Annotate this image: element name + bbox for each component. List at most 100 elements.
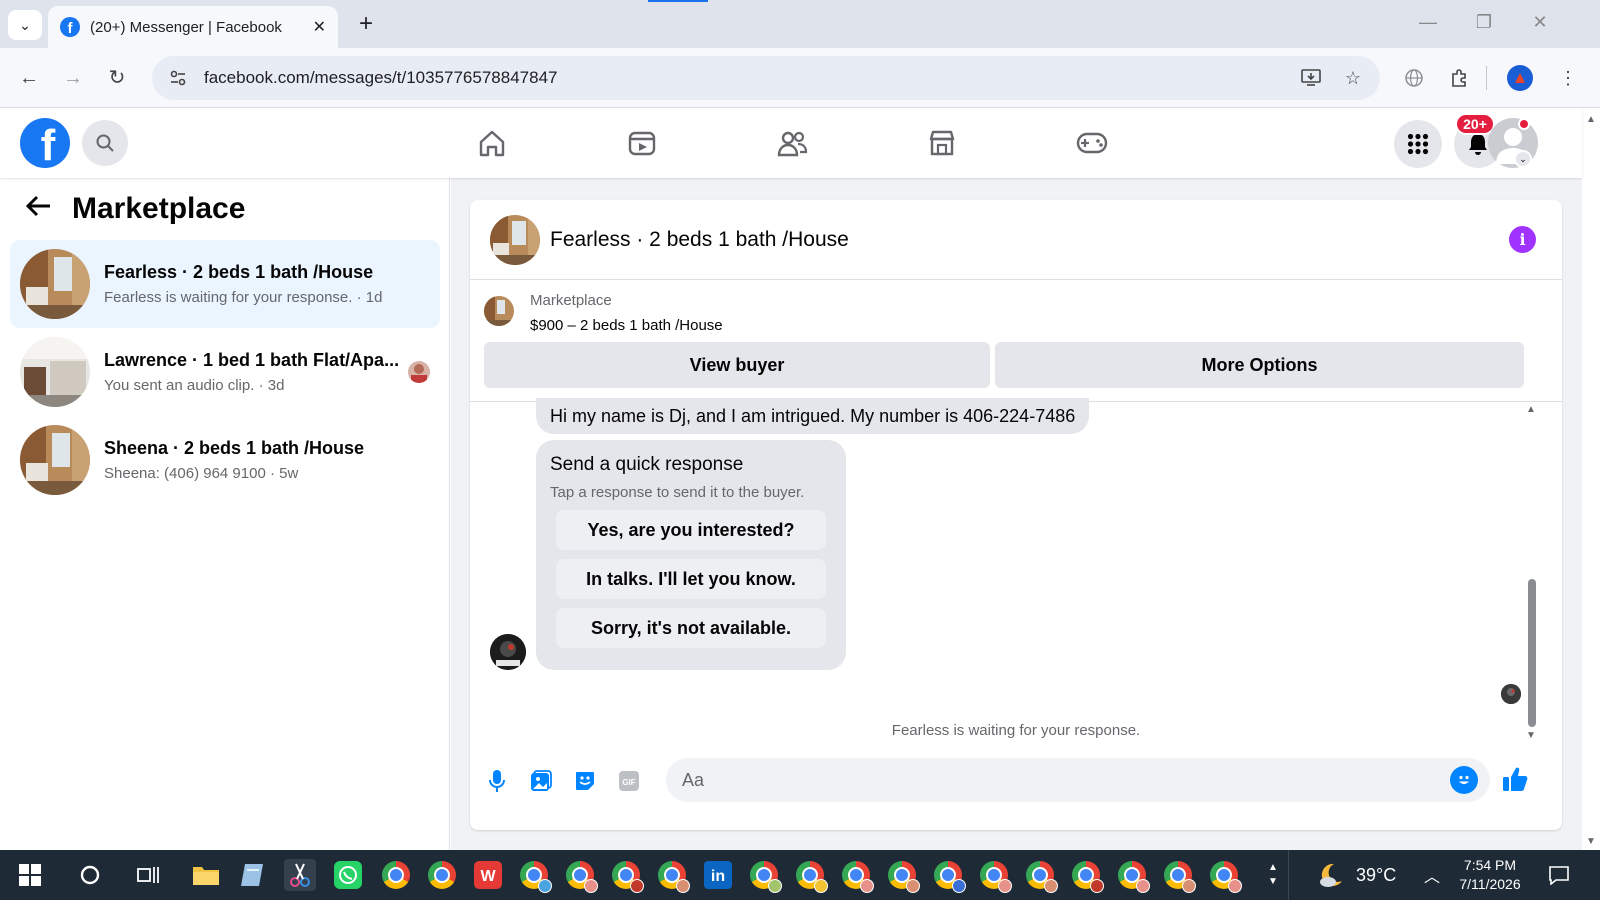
chrome-profile-icon[interactable] xyxy=(656,859,690,893)
file-explorer-icon[interactable] xyxy=(190,859,222,891)
listing-thumbnail xyxy=(20,249,90,319)
notification-count-badge: 20+ xyxy=(1455,113,1495,135)
linkedin-icon[interactable]: in xyxy=(702,859,734,891)
chrome-profile-icon[interactable] xyxy=(1116,859,1150,893)
gif-icon[interactable]: GIF xyxy=(614,766,644,796)
site-settings-icon[interactable] xyxy=(166,66,190,90)
listing-price: $900 – 2 beds 1 bath /House xyxy=(530,317,723,334)
minimize-window-icon[interactable]: — xyxy=(1416,12,1440,33)
scrollbar-thumb[interactable] xyxy=(1528,579,1536,727)
tab-close-icon[interactable]: ✕ xyxy=(313,17,326,37)
reload-icon[interactable]: ↻ xyxy=(104,65,130,91)
chrome-profile-icon[interactable] xyxy=(518,859,552,893)
notes-app-icon[interactable] xyxy=(236,859,268,891)
translate-globe-icon[interactable] xyxy=(1400,64,1428,92)
home-nav-icon[interactable] xyxy=(472,126,512,160)
chrome-profile-icon[interactable] xyxy=(1024,859,1058,893)
listing-thumbnail xyxy=(20,425,90,495)
quick-response-subtitle: Tap a response to send it to the buyer. xyxy=(550,484,805,501)
chrome-profile-icon[interactable] xyxy=(426,859,458,891)
windows-start-icon[interactable] xyxy=(14,859,46,891)
whatsapp-icon[interactable] xyxy=(332,859,364,891)
video-nav-icon[interactable] xyxy=(622,126,662,160)
conversation-item-lawrence[interactable]: Lawrence · 1 bed 1 bath Flat/Apa... You … xyxy=(10,328,440,416)
chat-listing-thumbnail[interactable] xyxy=(490,214,540,265)
sticker-icon[interactable] xyxy=(570,766,600,796)
chrome-profile-icon[interactable] xyxy=(794,859,828,893)
chrome-profile-icon[interactable] xyxy=(932,859,966,893)
waiting-response-note: Fearless is waiting for your response. xyxy=(891,722,1141,739)
wps-office-icon[interactable]: W xyxy=(472,859,504,891)
scroll-down-arrow-icon[interactable]: ▼ xyxy=(1526,730,1536,741)
message-input[interactable]: Aa xyxy=(666,758,1490,802)
search-button[interactable] xyxy=(82,120,128,166)
search-icon xyxy=(96,134,114,152)
browser-menu-icon[interactable]: ⋮ xyxy=(1554,64,1582,92)
conversation-list-panel: Marketplace Fearless · 2 beds 1 bath /Ho… xyxy=(0,178,450,850)
forward-arrow-icon[interactable]: → xyxy=(60,65,86,91)
close-window-icon[interactable]: ✕ xyxy=(1528,12,1552,33)
task-view-icon[interactable] xyxy=(132,859,164,891)
chrome-profile-icon[interactable] xyxy=(886,859,920,893)
menu-grid-button[interactable] xyxy=(1394,120,1442,168)
page-scroll-up-icon[interactable]: ▲ xyxy=(1586,114,1596,125)
friends-nav-icon[interactable] xyxy=(772,126,812,160)
bookmark-star-icon[interactable]: ☆ xyxy=(1338,63,1368,93)
facebook-top-nav: f 20+ ⌄ xyxy=(0,108,1582,178)
back-arrow-icon[interactable]: ← xyxy=(16,65,42,91)
view-buyer-button[interactable]: View buyer xyxy=(484,342,990,388)
tab-search-button[interactable]: ⌄ xyxy=(8,10,42,40)
chrome-profile-icon[interactable] xyxy=(564,859,598,893)
conversation-item-fearless[interactable]: Fearless · 2 beds 1 bath /House Fearless… xyxy=(10,240,440,328)
more-options-button[interactable]: More Options xyxy=(995,342,1524,388)
marketplace-nav-icon[interactable] xyxy=(922,126,962,160)
chrome-profile-icon[interactable] xyxy=(840,859,874,893)
tray-chevron-up-icon[interactable]: ︿ xyxy=(1424,850,1440,900)
thumbs-up-like-icon[interactable] xyxy=(1498,762,1532,796)
chrome-icon[interactable] xyxy=(380,859,412,891)
chrome-profile-icon[interactable] xyxy=(978,859,1012,893)
search-circle-icon[interactable] xyxy=(74,859,106,891)
quick-response-option-in-talks[interactable]: In talks. I'll let you know. xyxy=(556,559,826,599)
sender-avatar[interactable] xyxy=(490,634,526,670)
facebook-favicon-icon: f xyxy=(60,17,80,37)
system-clock[interactable]: 7:54 PM 7/11/2026 xyxy=(1450,856,1530,894)
chrome-profile-icon[interactable] xyxy=(610,859,644,893)
browser-tab-messenger[interactable]: f (20+) Messenger | Facebook ✕ xyxy=(48,6,338,48)
chrome-profile-icon[interactable] xyxy=(1070,859,1104,893)
message-scrollbar[interactable]: ▲ ▼ xyxy=(1524,404,1538,744)
emoji-icon[interactable] xyxy=(1450,766,1478,794)
panel-title: Marketplace xyxy=(72,192,246,225)
facebook-logo-icon[interactable]: f xyxy=(20,118,70,168)
snipping-tool-icon[interactable] xyxy=(284,859,316,891)
address-bar[interactable]: facebook.com/messages/t/1035776578847847… xyxy=(152,56,1380,100)
page-scrollbar[interactable]: ▲ ▼ xyxy=(1582,108,1600,850)
restore-window-icon[interactable]: ❐ xyxy=(1472,12,1496,33)
chrome-profile-icon[interactable] xyxy=(748,859,782,893)
info-icon[interactable]: i xyxy=(1509,226,1536,253)
chat-title[interactable]: Fearless · 2 beds 1 bath /House xyxy=(550,228,849,252)
weather-widget[interactable]: 39°C xyxy=(1316,850,1396,900)
extensions-puzzle-icon[interactable] xyxy=(1446,64,1474,92)
svg-text:W: W xyxy=(480,868,496,885)
chrome-profile-icon[interactable] xyxy=(1162,859,1196,893)
browser-profile-avatar[interactable] xyxy=(1507,65,1533,91)
conversation-item-sheena[interactable]: Sheena · 2 beds 1 bath /House Sheena: (4… xyxy=(10,416,440,504)
quick-response-option-interested[interactable]: Yes, are you interested? xyxy=(556,510,826,550)
back-arrow-icon[interactable] xyxy=(24,193,52,225)
scroll-up-arrow-icon[interactable]: ▲ xyxy=(1526,404,1536,415)
page-scroll-down-icon[interactable]: ▼ xyxy=(1586,836,1596,847)
notification-center-icon[interactable] xyxy=(1548,850,1570,900)
new-tab-button[interactable]: + xyxy=(352,12,380,36)
incoming-message-bubble[interactable]: Hi my name is Dj, and I am intrigued. My… xyxy=(536,398,1090,434)
quick-response-title: Send a quick response xyxy=(550,454,744,475)
quick-response-option-not-available[interactable]: Sorry, it's not available. xyxy=(556,608,826,648)
gaming-nav-icon[interactable] xyxy=(1072,126,1112,160)
account-chevron-icon[interactable]: ⌄ xyxy=(1514,150,1532,168)
photo-attach-icon[interactable] xyxy=(526,766,556,796)
microphone-icon[interactable] xyxy=(482,766,512,796)
chrome-profile-icon[interactable] xyxy=(1208,859,1242,893)
install-app-icon[interactable] xyxy=(1296,63,1326,93)
url-text[interactable]: facebook.com/messages/t/1035776578847847 xyxy=(204,68,1296,88)
taskbar-scroll-arrows-icon[interactable]: ▲ ▼ xyxy=(1264,859,1282,891)
